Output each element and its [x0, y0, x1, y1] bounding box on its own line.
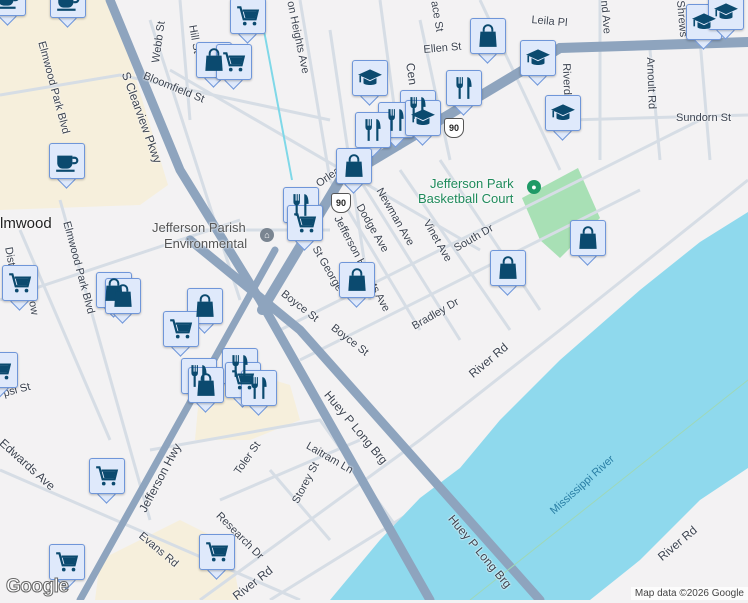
marker-box	[199, 534, 235, 570]
cafe-icon	[0, 0, 21, 11]
google-logo: Google	[5, 576, 69, 598]
school-icon	[713, 0, 739, 25]
school-icon	[410, 105, 436, 131]
shopping-cart-icon	[204, 539, 230, 565]
cafe-marker[interactable]	[49, 143, 85, 189]
shopping-cart-icon	[94, 463, 120, 489]
shopping-cart-icon	[7, 270, 33, 296]
restaurant-icon	[246, 375, 272, 401]
marker-box	[241, 370, 277, 406]
marker-box	[490, 250, 526, 286]
shopping-cart-marker[interactable]	[163, 311, 199, 357]
shopping-bag-icon	[341, 153, 367, 179]
restaurant-icon	[451, 75, 477, 101]
restaurant-marker[interactable]	[446, 70, 482, 116]
shopping-cart-marker[interactable]	[216, 44, 252, 90]
marker-box	[446, 70, 482, 106]
school-marker[interactable]	[405, 100, 441, 146]
marker-box	[339, 262, 375, 298]
shopping-bag-icon	[110, 283, 136, 309]
park-pin-icon[interactable]: ●	[527, 180, 541, 194]
us-90-shield-icon: 90	[444, 118, 464, 138]
shopping-bag-marker[interactable]	[570, 220, 606, 266]
school-marker[interactable]	[520, 40, 556, 86]
shopping-cart-marker[interactable]	[230, 0, 266, 44]
shopping-cart-marker[interactable]	[89, 458, 125, 504]
marker-box	[287, 205, 323, 241]
shopping-bag-marker[interactable]	[339, 262, 375, 308]
shopping-cart-icon	[168, 316, 194, 342]
shopping-bag-icon	[193, 372, 219, 398]
shopping-cart-icon	[54, 549, 80, 575]
school-icon	[525, 45, 551, 71]
shopping-cart-marker[interactable]	[287, 205, 323, 251]
marker-box	[49, 143, 85, 179]
marker-box	[0, 0, 26, 16]
shopping-bag-marker[interactable]	[105, 278, 141, 324]
restaurant-icon	[383, 107, 409, 133]
shopping-bag-icon	[192, 293, 218, 319]
cafe-icon	[54, 148, 80, 174]
shopping-cart-marker[interactable]	[0, 352, 18, 398]
shopping-cart-icon	[221, 49, 247, 75]
shopping-cart-marker[interactable]	[199, 534, 235, 580]
shopping-bag-icon	[475, 23, 501, 49]
cafe-icon	[55, 0, 81, 13]
restaurant-icon	[360, 117, 386, 143]
street-label: Arnoult Rd	[644, 57, 658, 110]
poi-label-jefferson-parish: Jefferson Parish	[152, 220, 246, 235]
shopping-bag-marker[interactable]	[490, 250, 526, 296]
shopping-bag-marker[interactable]	[470, 18, 506, 64]
marker-box	[188, 367, 224, 403]
marker-box	[0, 352, 18, 388]
shopping-cart-marker[interactable]	[2, 265, 38, 311]
school-marker[interactable]	[352, 60, 388, 106]
us-90-shield-icon: 90	[331, 193, 351, 213]
marker-box	[352, 60, 388, 96]
shopping-cart-icon	[0, 357, 13, 383]
cafe-marker[interactable]	[50, 0, 86, 28]
street-label: Sundorn St	[676, 112, 732, 124]
school-icon	[550, 100, 576, 126]
map-attribution[interactable]: Map data ©2026 Google	[630, 587, 748, 600]
marker-box	[570, 220, 606, 256]
shopping-bag-icon	[344, 267, 370, 293]
marker-box	[50, 0, 86, 18]
shopping-bag-marker[interactable]	[188, 367, 224, 413]
poi-label-jefferson-park: Jefferson Park	[430, 176, 514, 191]
school-icon	[357, 65, 383, 91]
restaurant-marker[interactable]	[241, 370, 277, 416]
shopping-cart-icon	[235, 3, 261, 29]
marker-box	[470, 18, 506, 54]
marker-box	[230, 0, 266, 34]
street-label: Cen	[403, 62, 421, 86]
shopping-cart-icon	[292, 210, 318, 236]
rail-line	[261, 19, 293, 181]
marker-box	[336, 148, 372, 184]
marker-box	[163, 311, 199, 347]
shopping-bag-marker[interactable]	[336, 148, 372, 194]
marker-box	[2, 265, 38, 301]
government-building-icon[interactable]: ⌂	[260, 228, 274, 242]
poi-label-basketball-court: Basketball Court	[418, 191, 514, 206]
marker-box	[405, 100, 441, 136]
marker-box	[49, 544, 85, 580]
neighborhood-label-elmwood: lmwood	[0, 215, 52, 232]
shopping-bag-icon	[575, 225, 601, 251]
school-marker[interactable]	[545, 95, 581, 141]
shopping-bag-icon	[495, 255, 521, 281]
marker-box	[545, 95, 581, 131]
marker-box	[105, 278, 141, 314]
marker-box	[520, 40, 556, 76]
marker-box	[355, 112, 391, 148]
marker-box	[216, 44, 252, 80]
cafe-marker[interactable]	[0, 0, 26, 26]
poi-label-environmental: Environmental	[164, 236, 248, 251]
street-label: Riverd	[560, 63, 574, 96]
marker-box	[89, 458, 125, 494]
